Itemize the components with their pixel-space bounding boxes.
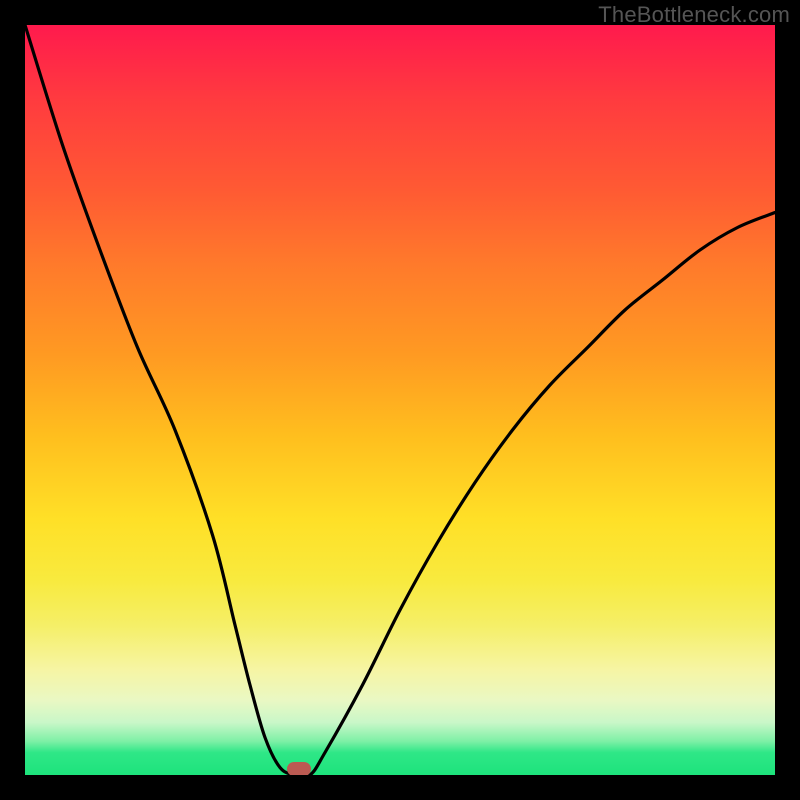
plot-area	[25, 25, 775, 775]
watermark-text: TheBottleneck.com	[598, 2, 790, 28]
chart-frame: TheBottleneck.com	[0, 0, 800, 800]
curve-svg	[25, 25, 775, 775]
bottleneck-curve	[25, 25, 775, 775]
optimum-marker	[287, 762, 311, 775]
